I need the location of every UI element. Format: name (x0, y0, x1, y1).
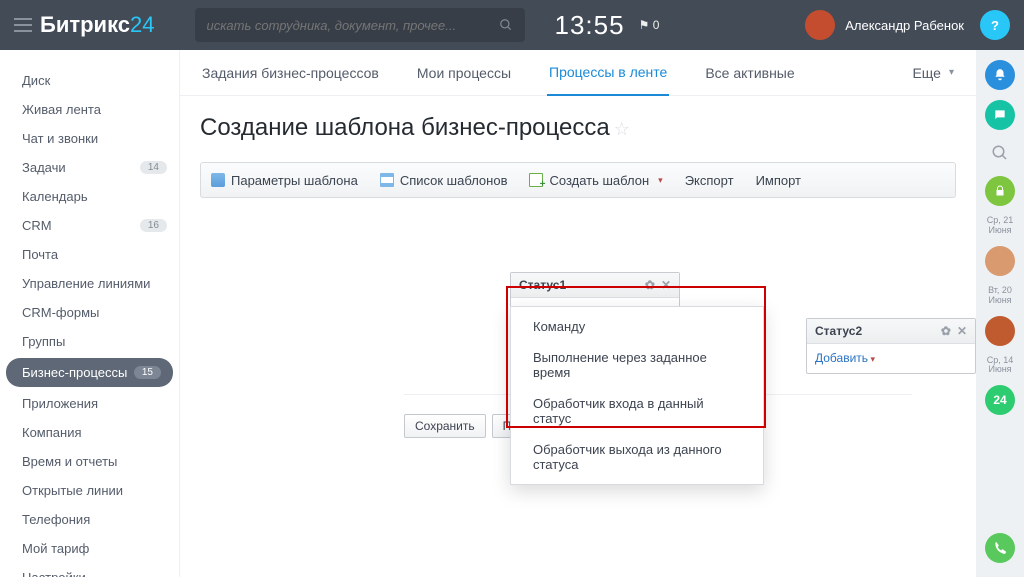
toolbar-params[interactable]: Параметры шаблона (211, 173, 358, 188)
toolbar-import[interactable]: Импорт (756, 173, 801, 188)
gear-icon[interactable]: ✿ (941, 324, 951, 338)
search-input[interactable] (207, 18, 499, 33)
counter-badge: 14 (140, 161, 167, 174)
tab-my-processes[interactable]: Мои процессы (415, 50, 513, 96)
create-icon (529, 173, 543, 187)
sidebar-item-mail[interactable]: Почта (0, 240, 179, 269)
b24-badge[interactable]: 24 (985, 385, 1015, 415)
status2-add-link[interactable]: Добавить (815, 351, 875, 365)
toolbar-templates-list[interactable]: Список шаблонов (380, 173, 508, 188)
sidebar-item-bizproc[interactable]: Бизнес-процессы15 (6, 358, 173, 387)
help-button[interactable]: ? (980, 10, 1010, 40)
sidebar: Диск Живая лента Чат и звонки Задачи14 К… (0, 50, 180, 577)
favorite-star-icon[interactable]: ☆ (614, 119, 630, 139)
chevron-down-icon: ▾ (658, 175, 663, 186)
status1-title: Статус1 (519, 278, 566, 292)
lock-button[interactable] (985, 176, 1015, 206)
content-area: Задания бизнес-процессов Мои процессы Пр… (180, 50, 976, 577)
sidebar-item-open-lines[interactable]: Открытые линии (0, 476, 179, 505)
sidebar-item-disk[interactable]: Диск (0, 66, 179, 95)
flag-counter[interactable]: ⚑ 0 (639, 18, 660, 32)
close-icon[interactable]: ✕ (957, 324, 967, 338)
date-label-1: Ср, 21 Июня (976, 216, 1024, 236)
sidebar-item-lines-mgmt[interactable]: Управление линиями (0, 269, 179, 298)
contact-avatar-2[interactable] (985, 316, 1015, 346)
chat-button[interactable] (985, 100, 1015, 130)
date-label-2: Вт, 20 Июня (976, 286, 1024, 306)
close-icon[interactable]: ✕ (661, 278, 671, 292)
user-avatar[interactable] (805, 10, 835, 40)
status2-title: Статус2 (815, 324, 862, 338)
rightbar: Ср, 21 Июня Вт, 20 Июня Ср, 14 Июня 24 (976, 50, 1024, 577)
dropdown-item-enter-handler[interactable]: Обработчик входа в данный статус (511, 388, 763, 434)
sidebar-item-chat[interactable]: Чат и звонки (0, 124, 179, 153)
status1-header[interactable]: Статус1 ✿ ✕ (511, 273, 679, 298)
counter-badge: 16 (140, 219, 167, 232)
counter-badge: 15 (134, 366, 161, 379)
search-right-icon[interactable] (991, 144, 1009, 162)
sidebar-item-company[interactable]: Компания (0, 418, 179, 447)
logo-accent: 24 (130, 12, 154, 37)
save-button[interactable]: Сохранить (404, 414, 486, 438)
sidebar-item-feed[interactable]: Живая лента (0, 95, 179, 124)
sidebar-item-groups[interactable]: Группы (0, 327, 179, 356)
status-block-2[interactable]: Статус2 ✿ ✕ Добавить (806, 318, 976, 374)
status2-body: Добавить (807, 344, 975, 373)
dropdown-item-command[interactable]: Команду (511, 311, 763, 342)
search-bar[interactable] (195, 8, 525, 42)
page-title: Создание шаблона бизнес-процесса☆ (180, 96, 976, 162)
tabs-bar: Задания бизнес-процессов Мои процессы Пр… (180, 50, 976, 96)
tab-bp-tasks[interactable]: Задания бизнес-процессов (200, 50, 381, 96)
phone-button[interactable] (985, 533, 1015, 563)
sidebar-item-tasks[interactable]: Задачи14 (0, 153, 179, 182)
tab-more[interactable]: Еще (910, 50, 956, 96)
dropdown-item-exit-handler[interactable]: Обработчик выхода из данного статуса (511, 434, 763, 480)
logo[interactable]: Битрикс24 (40, 12, 155, 38)
logo-main: Битрикс (40, 12, 130, 37)
sidebar-item-time-reports[interactable]: Время и отчеты (0, 447, 179, 476)
toolbar-export[interactable]: Экспорт (685, 173, 734, 188)
sidebar-item-calendar[interactable]: Календарь (0, 182, 179, 211)
dropdown-item-delay[interactable]: Выполнение через заданное время (511, 342, 763, 388)
sidebar-item-settings[interactable]: Настройки (0, 563, 179, 577)
clock: 13:55 (555, 10, 625, 41)
gear-icon[interactable]: ✿ (645, 278, 655, 292)
sidebar-item-crm-forms[interactable]: CRM-формы (0, 298, 179, 327)
sidebar-item-tariff[interactable]: Мой тариф (0, 534, 179, 563)
tab-feed-processes[interactable]: Процессы в ленте (547, 50, 669, 96)
add-dropdown: Команду Выполнение через заданное время … (510, 306, 764, 485)
topbar: Битрикс24 13:55 ⚑ 0 Александр Рабенок ? (0, 0, 1024, 50)
status2-header[interactable]: Статус2 ✿ ✕ (807, 319, 975, 344)
tab-all-active[interactable]: Все активные (703, 50, 796, 96)
sidebar-item-crm[interactable]: CRM16 (0, 211, 179, 240)
params-icon (211, 173, 225, 187)
user-name[interactable]: Александр Рабенок (845, 18, 964, 33)
notifications-button[interactable] (985, 60, 1015, 90)
sidebar-item-apps[interactable]: Приложения (0, 389, 179, 418)
menu-toggle-icon[interactable] (14, 18, 32, 32)
toolbar-create-template[interactable]: Создать шаблон▾ (529, 173, 662, 188)
search-icon[interactable] (499, 18, 513, 32)
sidebar-item-telephony[interactable]: Телефония (0, 505, 179, 534)
date-label-3: Ср, 14 Июня (976, 356, 1024, 376)
contact-avatar-1[interactable] (985, 246, 1015, 276)
template-toolbar: Параметры шаблона Список шаблонов Создат… (200, 162, 956, 198)
list-icon (380, 173, 394, 187)
